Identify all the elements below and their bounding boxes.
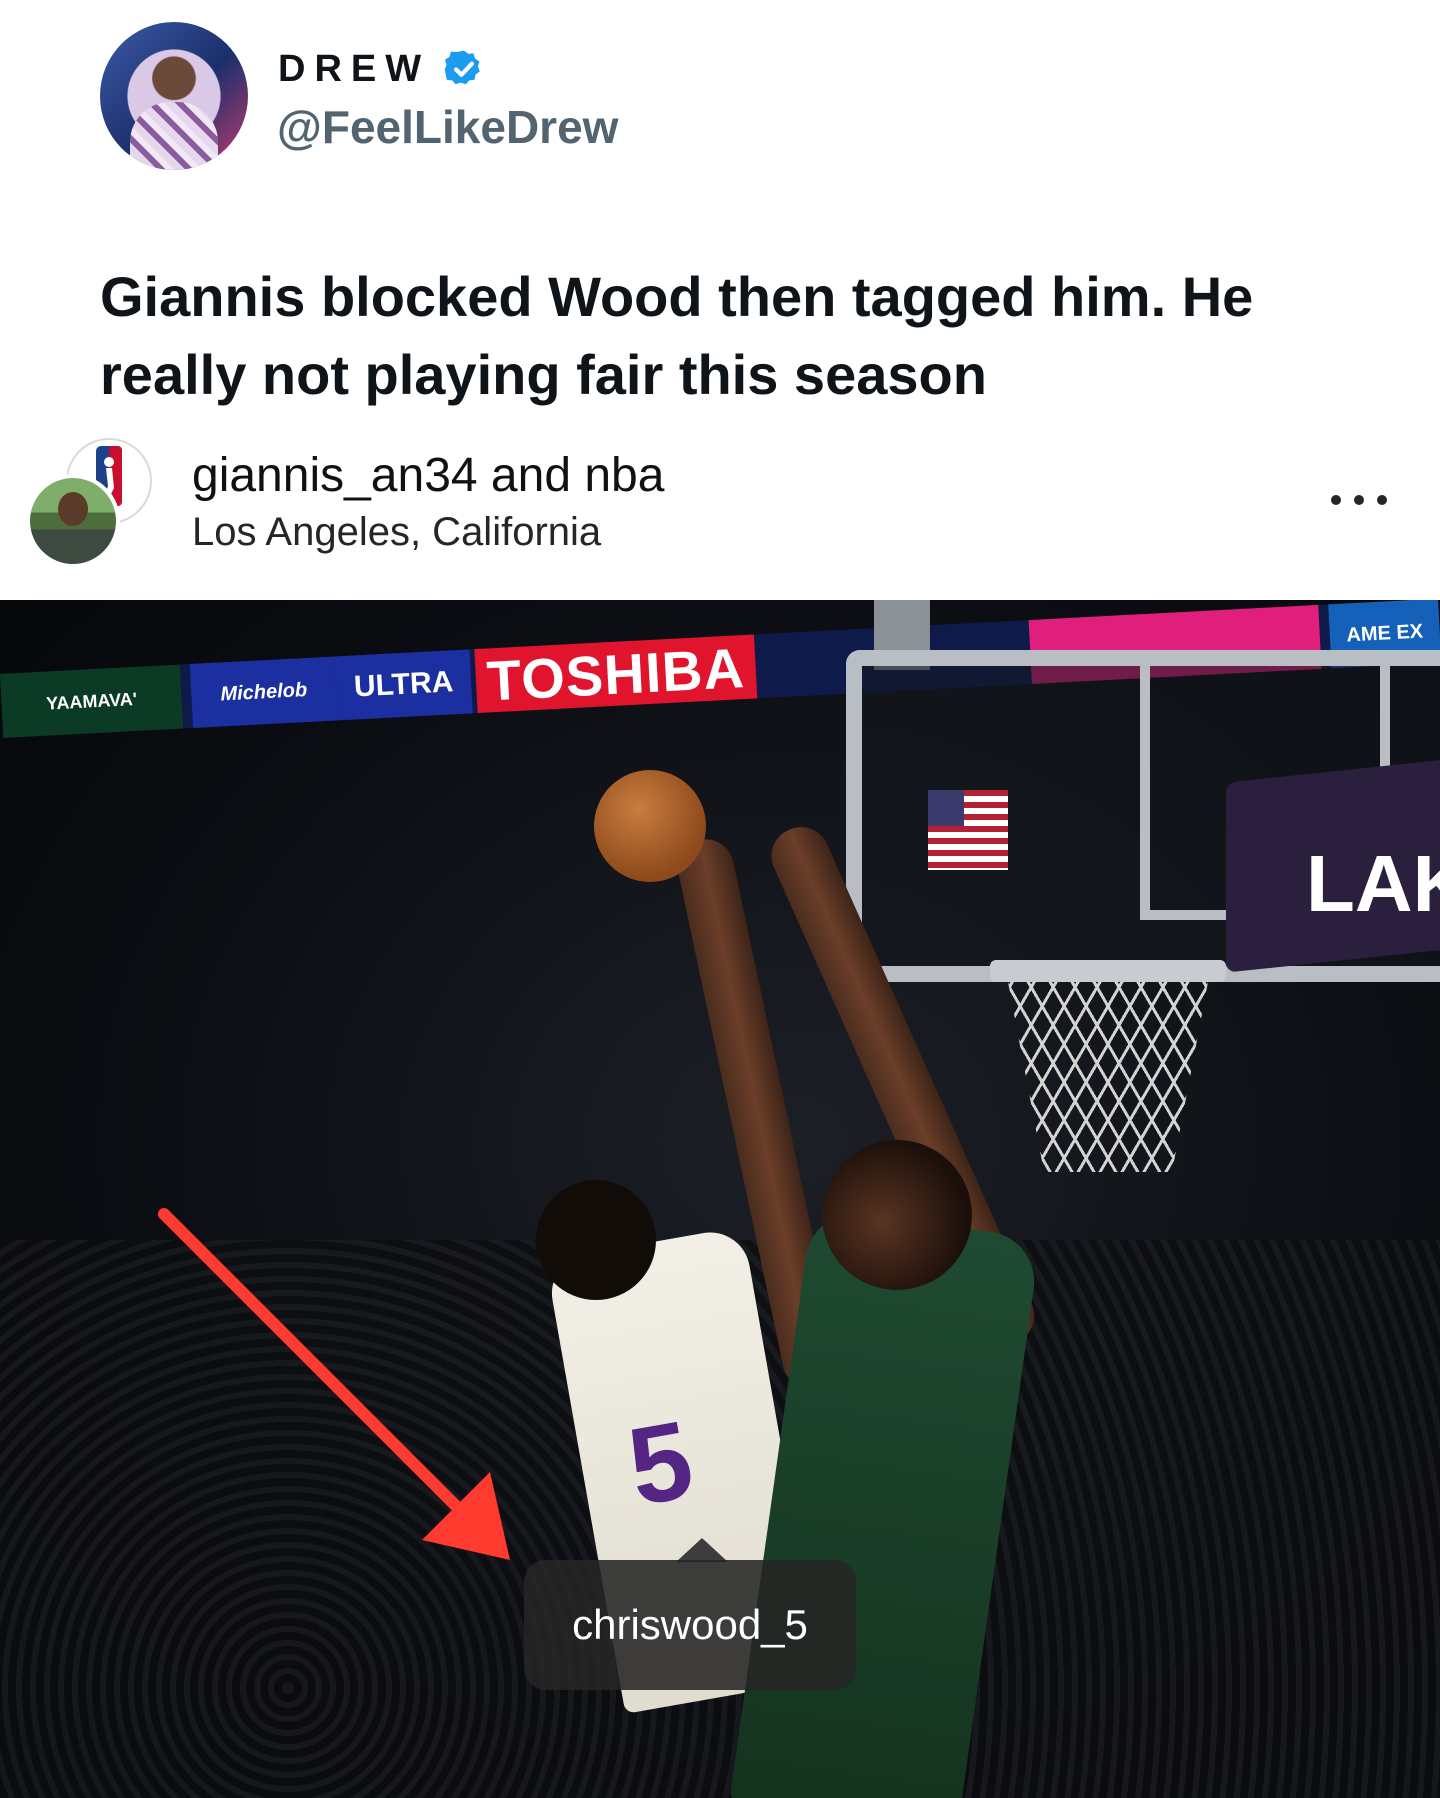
- ad-ultra: ULTRA: [334, 649, 473, 721]
- basketball: [594, 770, 706, 882]
- tweet-text: Giannis blocked Wood then tagged him. He…: [100, 265, 1254, 406]
- red-annotation-arrow-icon: [158, 1208, 510, 1560]
- ad-yaamava: YAAMAVA': [0, 664, 184, 738]
- post-location[interactable]: Los Angeles, California: [192, 510, 601, 555]
- author-display-name[interactable]: DREW: [278, 48, 430, 91]
- post-accounts[interactable]: giannis_an34 and nba: [192, 448, 664, 503]
- tweet-header: DREW @FeelLikeDrew: [0, 0, 1440, 240]
- us-flag-icon: [928, 790, 1008, 870]
- author-handle[interactable]: @FeelLikeDrew: [277, 100, 618, 154]
- more-horizontal-icon[interactable]: [1328, 492, 1390, 508]
- verified-badge-icon: [444, 50, 480, 85]
- user-tag-bubble[interactable]: chriswood_5: [524, 1538, 856, 1690]
- giannis-avatar[interactable]: [26, 474, 120, 568]
- hoop-net: [1008, 982, 1208, 1172]
- giannis-head: [822, 1140, 972, 1290]
- ad-michelob: Michelob: [189, 656, 338, 728]
- user-tag-label: chriswood_5: [572, 1601, 808, 1648]
- lakers-sign-text: LAK: [1306, 839, 1440, 928]
- instagram-post-header: giannis_an34 and nba Los Angeles, Califo…: [0, 430, 1440, 600]
- author-avatar[interactable]: [100, 22, 248, 170]
- hoop-rim: [990, 960, 1226, 982]
- ad-toshiba: TOSHIBA: [474, 634, 758, 714]
- wood-head: [536, 1180, 656, 1300]
